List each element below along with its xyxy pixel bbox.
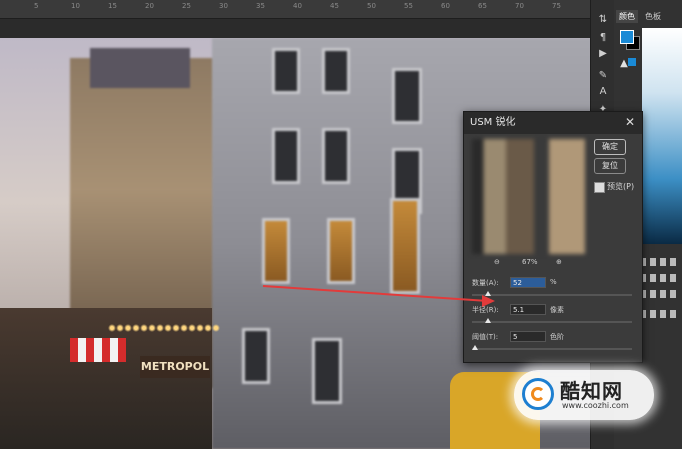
amount-slider[interactable]: [472, 291, 632, 296]
foreground-color-swatch[interactable]: [620, 30, 634, 44]
dialog-title: USM 锐化: [464, 112, 642, 134]
radius-unit: 像素: [550, 306, 564, 314]
play-icon[interactable]: ▶: [597, 48, 609, 60]
zoom-out-icon[interactable]: ⊖: [494, 258, 500, 266]
watermark-name: 酷知网: [560, 379, 623, 403]
photo-string-lights: [108, 324, 220, 332]
amount-label: 数量(A):: [472, 279, 499, 287]
photo-window: [392, 68, 422, 124]
ruler-tick-label: 15: [108, 2, 117, 10]
preview-checkbox-label: 预览(P): [607, 182, 635, 191]
preview-checkbox[interactable]: [594, 182, 605, 193]
text-tool-icon[interactable]: A: [597, 86, 609, 98]
ruler-tick-label: 70: [515, 2, 524, 10]
zoom-row: ⊖ 67% ⊕: [472, 258, 585, 270]
filter-preview[interactable]: [472, 139, 585, 254]
brush-icon[interactable]: ✎: [597, 70, 609, 82]
watermark-url: www.coozhi.com: [562, 401, 629, 410]
ruler-tick-label: 20: [145, 2, 154, 10]
move-tool-icon[interactable]: ⇅: [597, 14, 609, 26]
adjustment-icon-row[interactable]: [640, 258, 680, 266]
photo-window: [272, 128, 300, 184]
threshold-unit: 色阶: [550, 333, 564, 341]
ruler-tick-label: 50: [367, 2, 376, 10]
ruler-tick-label: 30: [219, 2, 228, 10]
threshold-label: 阈值(T):: [472, 333, 499, 341]
photo-window-lit: [327, 218, 355, 284]
watermark-logo-icon: [522, 378, 554, 410]
photo-window: [272, 48, 300, 94]
ruler-tick-label: 55: [404, 2, 413, 10]
amount-slider-thumb[interactable]: [485, 291, 491, 296]
ruler-tick-label: 5: [34, 2, 39, 10]
ruler-tick-label: 10: [71, 2, 80, 10]
reset-button[interactable]: 复位: [594, 158, 626, 174]
photo-awning: [70, 338, 126, 362]
close-icon[interactable]: ✕: [624, 116, 636, 128]
panel-tabs: 颜色 色板: [614, 10, 682, 24]
amount-unit: %: [550, 278, 557, 286]
radius-label: 半径(R):: [472, 306, 499, 314]
web-color-icon[interactable]: [628, 58, 636, 66]
radius-row: 半径(R): 5.1 像素: [472, 304, 636, 316]
ruler-tick-label: 65: [478, 2, 487, 10]
amount-input[interactable]: 52: [510, 277, 546, 288]
ok-button[interactable]: 确定: [594, 139, 626, 155]
amount-row: 数量(A): 52 %: [472, 277, 636, 289]
ruler-tick-label: 75: [552, 2, 561, 10]
threshold-input[interactable]: 5: [510, 331, 546, 342]
photo-window: [322, 48, 350, 94]
radius-input[interactable]: 5.1: [510, 304, 546, 315]
threshold-slider[interactable]: [472, 345, 632, 350]
tab-swatches[interactable]: 色板: [642, 10, 664, 23]
watermark: 酷知网 www.coozhi.com: [514, 370, 654, 420]
adjustment-icon-row[interactable]: [640, 274, 680, 282]
radius-slider[interactable]: [472, 318, 632, 323]
top-ruler: 5 10 15 20 25 30 35 40 45 50 55 60 65 70 75: [0, 0, 590, 19]
adjustment-icon-row[interactable]: [640, 310, 680, 318]
radius-slider-thumb[interactable]: [485, 318, 491, 323]
adjustment-icon-row[interactable]: [640, 290, 680, 298]
paragraph-icon[interactable]: ¶: [597, 32, 609, 44]
ruler-tick-label: 25: [182, 2, 191, 10]
threshold-row: 阈值(T): 5 色阶: [472, 331, 636, 343]
color-picker-field[interactable]: [642, 28, 682, 244]
ruler-tick-label: 35: [256, 2, 265, 10]
photo-window-lit: [262, 218, 290, 284]
photo-window: [322, 128, 350, 184]
photo-roof: [90, 48, 190, 88]
ruler-tick-label: 40: [293, 2, 302, 10]
unsharp-mask-dialog: USM 锐化 ✕ 确定 复位 预览(P) ⊖ 67% ⊕ 数量(A): 52 %…: [463, 111, 643, 363]
photo-window-lit: [390, 198, 420, 294]
threshold-slider-thumb[interactable]: [472, 345, 479, 350]
tab-color[interactable]: 颜色: [616, 10, 638, 23]
photo-storefront-sign: METROPOL: [140, 356, 210, 378]
photo-window: [312, 338, 342, 404]
zoom-in-icon[interactable]: ⊕: [556, 258, 562, 266]
ruler-tick-label: 45: [330, 2, 339, 10]
ruler-tick-label: 60: [441, 2, 450, 10]
photo-window: [242, 328, 270, 384]
zoom-level: 67%: [522, 258, 538, 266]
